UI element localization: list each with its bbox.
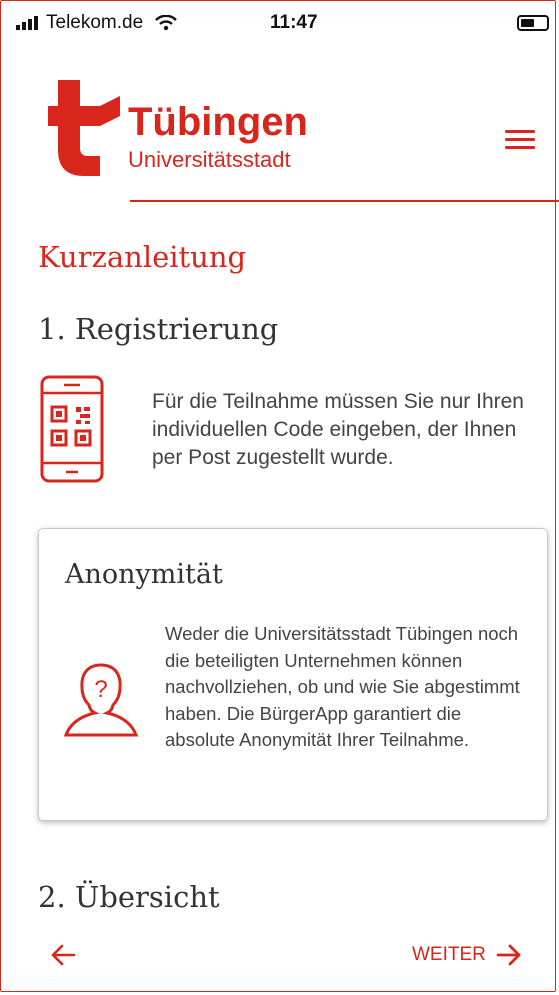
clock: 11:47 bbox=[270, 12, 318, 33]
carrier-label: Telekom.de bbox=[46, 12, 144, 33]
arrow-left-icon bbox=[51, 944, 76, 966]
next-button-label: WEITER bbox=[412, 944, 486, 965]
section-registrierung-title: 1. Registrierung bbox=[38, 312, 279, 346]
arrow-right-icon bbox=[496, 944, 521, 966]
tuebingen-logo-icon bbox=[48, 80, 120, 176]
brand-subtitle: Universitätsstadt bbox=[128, 147, 291, 172]
brand-name: Tübingen bbox=[128, 100, 308, 144]
phone-qr-code-icon bbox=[40, 375, 104, 483]
page-title: Kurzanleitung bbox=[38, 240, 247, 274]
status-bar: Telekom.de 11:47 bbox=[0, 0, 559, 40]
wifi-icon bbox=[155, 15, 178, 31]
card-title: Anonymität bbox=[65, 559, 223, 590]
person-question-icon: ? bbox=[63, 663, 139, 737]
brand-block: Tübingen Universitätsstadt bbox=[128, 100, 308, 174]
back-button[interactable] bbox=[50, 944, 76, 971]
signal-icon bbox=[16, 16, 38, 30]
registrierung-text: Für die Teilnahme müssen Sie nur Ihren i… bbox=[152, 390, 524, 469]
section-uebersicht-title: 2. Übersicht bbox=[38, 880, 220, 914]
svg-text:?: ? bbox=[94, 676, 107, 703]
app-header: Tübingen Universitätsstadt bbox=[0, 70, 559, 210]
next-button[interactable]: WEITER bbox=[412, 944, 522, 966]
anonymity-card: Anonymität ? Weder die Universitätsstadt… bbox=[38, 528, 548, 821]
hamburger-menu-icon[interactable] bbox=[505, 130, 535, 154]
status-left: Telekom.de bbox=[16, 12, 178, 34]
battery-icon bbox=[517, 15, 549, 31]
card-body-text: Weder die Universitätsstadt Tübingen noc… bbox=[165, 623, 520, 750]
header-divider bbox=[130, 200, 559, 202]
